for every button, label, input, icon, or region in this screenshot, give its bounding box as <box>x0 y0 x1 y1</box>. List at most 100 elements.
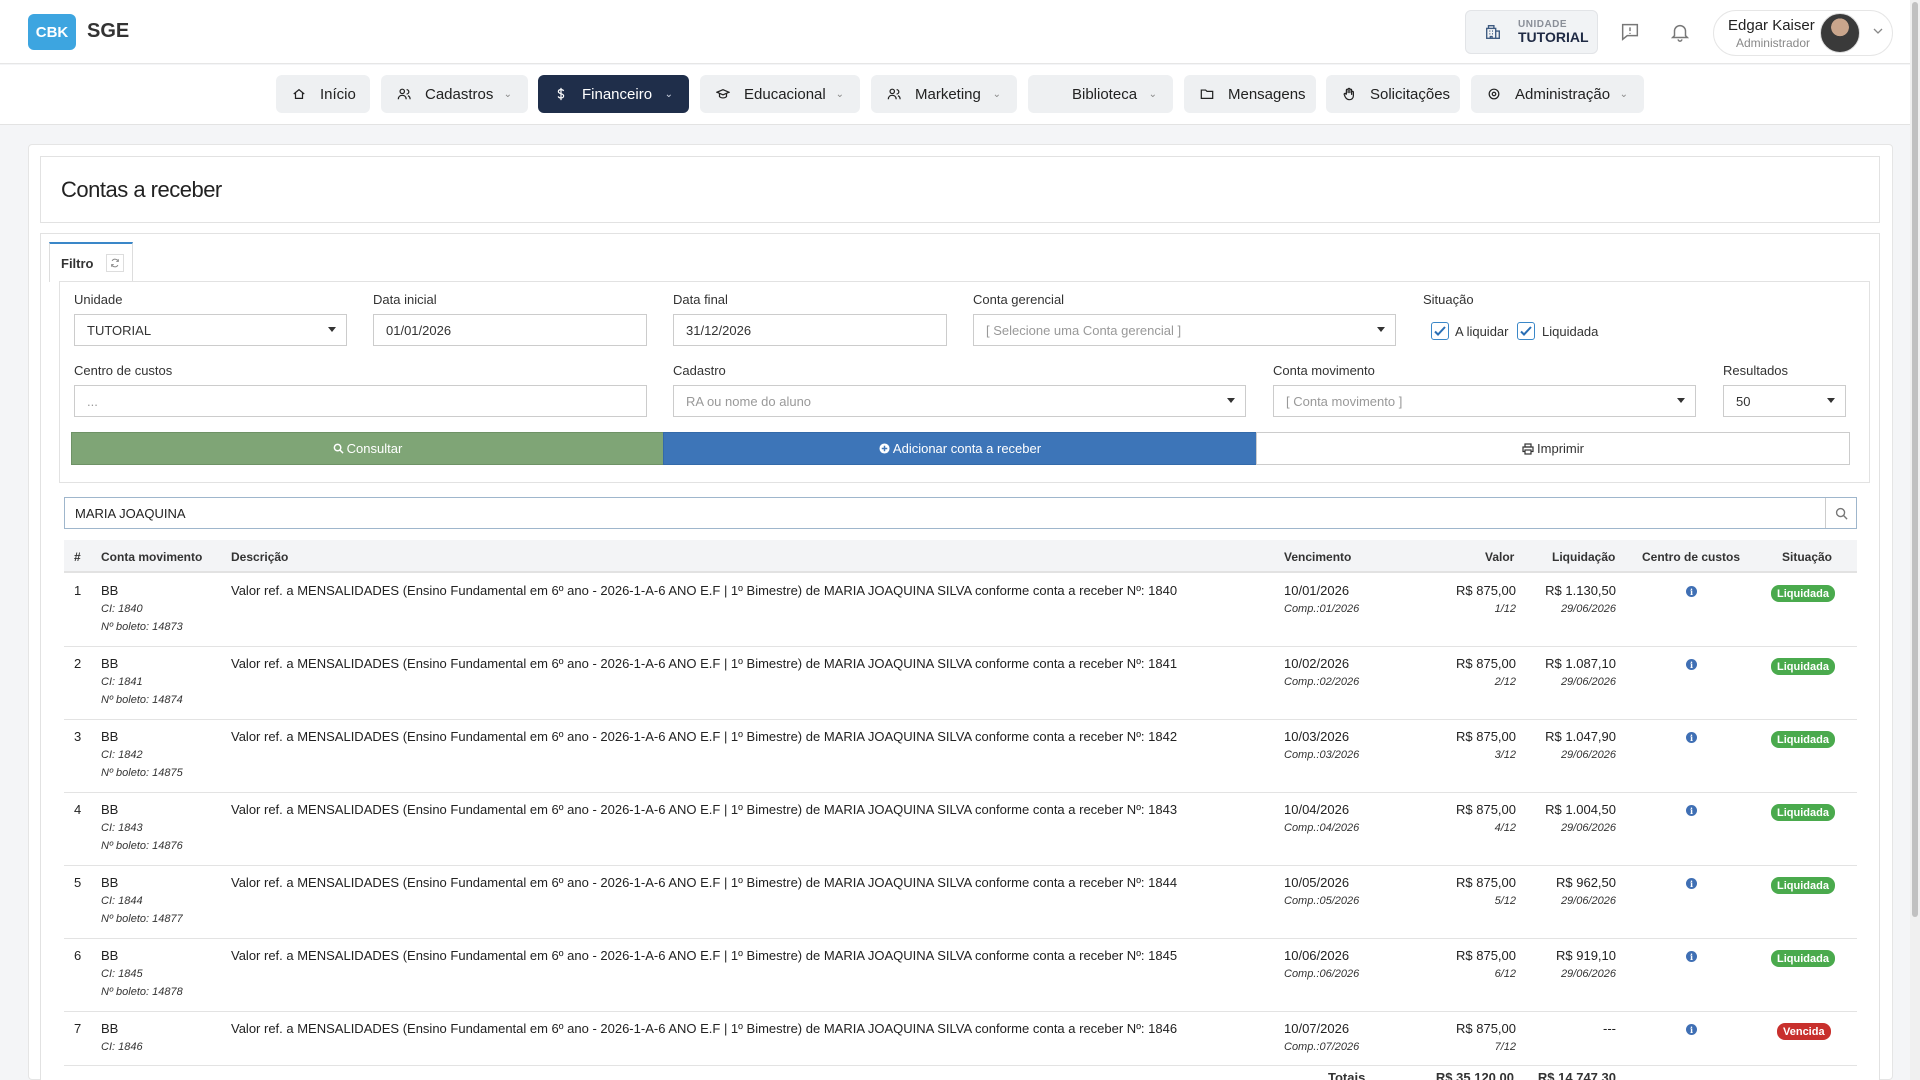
nav-marketing[interactable]: Marketing ⌄ <box>871 75 1017 113</box>
col-liquidacao[interactable]: Liquidação <box>1552 550 1615 564</box>
row-liq-data: 29/06/2026 <box>1560 968 1616 980</box>
row-boleto: Nº boleto: 14875 <box>101 767 183 779</box>
users-icon <box>397 87 411 101</box>
row-liq-data: 29/06/2026 <box>1560 603 1616 615</box>
row-comp: Comp.:03/2026 <box>1284 749 1360 761</box>
check-icon <box>1520 326 1532 336</box>
col-valor[interactable]: Valor <box>1485 550 1514 564</box>
conta-movimento-label: Conta movimento <box>1273 363 1375 378</box>
home-icon <box>292 87 306 101</box>
search-icon[interactable] <box>1825 498 1856 528</box>
row-parcela: 4/12 <box>1494 822 1516 834</box>
data-final-label: Data final <box>673 292 728 307</box>
data-inicial-input[interactable]: 01/01/2026 <box>373 314 647 346</box>
row-valor: R$ 875,00 <box>1456 875 1516 890</box>
row-descricao: Valor ref. a MENSALIDADES (Ensino Fundam… <box>231 948 1178 963</box>
info-icon[interactable]: i <box>1686 805 1697 816</box>
row-boleto: Nº boleto: 14877 <box>101 913 183 925</box>
conta-movimento-select[interactable]: [ Conta movimento ] <box>1273 385 1696 417</box>
consultar-button[interactable]: Consultar <box>71 432 664 465</box>
nav-inicio[interactable]: Início <box>276 75 370 113</box>
nav-educacional[interactable]: Educacional ⌄ <box>700 75 860 113</box>
caret-down-icon <box>1827 398 1835 403</box>
data-final-value: 31/12/2026 <box>686 322 752 338</box>
search-input[interactable]: MARIA JOAQUINA <box>64 497 1857 529</box>
info-icon[interactable]: i <box>1686 1024 1697 1035</box>
info-icon[interactable]: i <box>1686 659 1697 670</box>
centro-custos-input[interactable]: ... <box>74 385 647 417</box>
row-number: 7 <box>74 1021 82 1036</box>
table-row[interactable]: 4 BB CI: 1843 Nº boleto: 14876 Valor ref… <box>64 793 1857 866</box>
col-situacao[interactable]: Situação <box>1782 550 1832 564</box>
table-row[interactable]: 3 BB CI: 1842 Nº boleto: 14875 Valor ref… <box>64 720 1857 793</box>
col-centro-custos[interactable]: Centro de custos <box>1642 550 1740 564</box>
liquidada-checkbox[interactable] <box>1517 322 1535 340</box>
caret-down-icon <box>1677 398 1685 403</box>
user-menu[interactable]: Edgar Kaiser Administrador <box>1713 10 1893 56</box>
logo[interactable]: CBK <box>28 14 76 50</box>
info-icon[interactable]: i <box>1686 951 1697 962</box>
cadastro-select[interactable]: RA ou nome do aluno <box>673 385 1246 417</box>
nav-cadastros[interactable]: Cadastros ⌄ <box>381 75 528 113</box>
nav-financeiro[interactable]: Financeiro ⌄ <box>538 75 689 113</box>
row-vencimento: 10/07/2026 <box>1284 1021 1350 1036</box>
table-row[interactable]: 6 BB CI: 1845 Nº boleto: 14878 Valor ref… <box>64 939 1857 1012</box>
col-number[interactable]: # <box>74 550 81 564</box>
a-liquidar-label: A liquidar <box>1455 324 1509 339</box>
row-number: 3 <box>74 729 82 744</box>
col-descricao[interactable]: Descrição <box>231 550 288 564</box>
row-vencimento: 10/03/2026 <box>1284 729 1350 744</box>
row-conta: BB <box>101 583 119 598</box>
nav-label: Financeiro <box>582 85 653 103</box>
col-conta-movimento[interactable]: Conta movimento <box>101 550 202 564</box>
row-conta: BB <box>101 875 119 890</box>
info-icon[interactable]: i <box>1686 878 1697 889</box>
table-row[interactable]: 1 BB CI: 1840 Nº boleto: 14873 Valor ref… <box>64 574 1857 647</box>
col-vencimento[interactable]: Vencimento <box>1284 550 1351 564</box>
nav-mensagens[interactable]: Mensagens <box>1184 75 1316 113</box>
table-row[interactable]: 7 BB CI: 1846 Valor ref. a MENSALIDADES … <box>64 1012 1857 1066</box>
page-scrollbar[interactable] <box>1910 0 1920 1080</box>
unidade-select[interactable]: TUTORIAL <box>74 314 347 346</box>
table-row[interactable]: 2 BB CI: 1841 Nº boleto: 14874 Valor ref… <box>64 647 1857 720</box>
row-boleto: Nº boleto: 14874 <box>101 694 183 706</box>
nav-administracao[interactable]: Administração ⌄ <box>1471 75 1644 113</box>
row-vencimento: 10/05/2026 <box>1284 875 1350 890</box>
chevron-down-icon: ⌄ <box>992 88 1001 100</box>
unit-selector[interactable]: UNIDADE TUTORIAL <box>1465 10 1598 54</box>
chat-icon[interactable] <box>1619 21 1641 43</box>
table-row[interactable]: 5 BB CI: 1844 Nº boleto: 14877 Valor ref… <box>64 866 1857 939</box>
row-ci: CI: 1844 <box>101 895 143 907</box>
nav-biblioteca[interactable]: Biblioteca ⌄ <box>1028 75 1173 113</box>
bell-icon[interactable] <box>1669 21 1691 43</box>
resultados-select[interactable]: 50 <box>1723 385 1846 417</box>
row-ci: CI: 1846 <box>101 1041 143 1053</box>
refresh-icon[interactable] <box>105 254 124 272</box>
building-icon <box>1484 23 1502 41</box>
row-vencimento: 10/01/2026 <box>1284 583 1350 598</box>
imprimir-button[interactable]: Imprimir <box>1256 432 1850 465</box>
nav-solicitacoes[interactable]: Solicitações <box>1326 75 1460 113</box>
a-liquidar-checkbox[interactable] <box>1431 322 1449 340</box>
row-parcela: 3/12 <box>1494 749 1516 761</box>
folder-icon <box>1200 87 1214 101</box>
plus-circle-icon <box>879 443 890 454</box>
row-boleto: Nº boleto: 14878 <box>101 986 183 998</box>
row-comp: Comp.:01/2026 <box>1284 603 1360 615</box>
data-final-input[interactable]: 31/12/2026 <box>673 314 947 346</box>
row-parcela: 6/12 <box>1494 968 1516 980</box>
info-icon[interactable]: i <box>1686 586 1697 597</box>
info-icon[interactable]: i <box>1686 732 1697 743</box>
adicionar-button[interactable]: Adicionar conta a receber <box>663 432 1257 465</box>
conta-gerencial-select[interactable]: [ Selecione uma Conta gerencial ] <box>973 314 1396 346</box>
scrollbar-thumb[interactable] <box>1912 2 1918 917</box>
situacao-label: Situação <box>1423 292 1474 307</box>
row-liquidacao: R$ 1.004,50 <box>1545 802 1616 817</box>
caret-down-icon <box>328 327 336 332</box>
row-descricao: Valor ref. a MENSALIDADES (Ensino Fundam… <box>231 656 1178 671</box>
book-icon <box>1044 87 1058 101</box>
tab-filtro[interactable]: Filtro <box>49 242 133 282</box>
row-valor: R$ 875,00 <box>1456 583 1516 598</box>
dollar-icon <box>554 87 568 101</box>
row-vencimento: 10/06/2026 <box>1284 948 1350 963</box>
